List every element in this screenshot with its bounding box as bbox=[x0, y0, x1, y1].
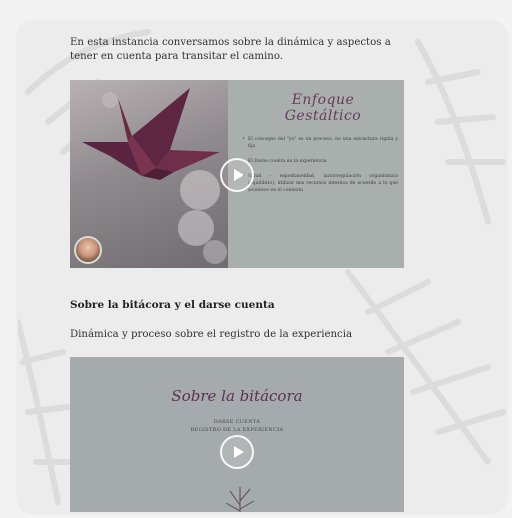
paper-crane-image bbox=[70, 80, 228, 268]
intro-text: En esta instancia conversamos sobre la d… bbox=[70, 37, 391, 62]
slide-panel: Enfoque Gestáltico El concepto del "yo" … bbox=[228, 80, 404, 268]
branch-icon bbox=[225, 487, 255, 512]
section-title: Sobre la bitácora y el darse cuenta bbox=[70, 299, 275, 311]
section-description: Dinámica y proceso sobre el registro de … bbox=[70, 329, 353, 340]
video-sobre-la-bitacora[interactable]: Sobre la bitácora DARSE CUENTA REGISTRO … bbox=[70, 357, 404, 512]
slide-subtitle: DARSE CUENTA bbox=[213, 419, 261, 425]
bullet-item: El Darse cuenta en la experiencia bbox=[242, 158, 398, 165]
avatar bbox=[74, 236, 102, 264]
content-card: En esta instancia conversamos sobre la d… bbox=[18, 22, 506, 512]
video-enfoque-gestaltico[interactable]: Enfoque Gestáltico El concepto del "yo" … bbox=[70, 80, 404, 268]
bullet-item: El concepto del "yo" es un proceso, no u… bbox=[242, 136, 398, 150]
play-icon bbox=[234, 169, 244, 181]
slide-title: Enfoque Gestáltico bbox=[284, 92, 362, 124]
play-button[interactable] bbox=[220, 158, 254, 192]
slide-bullets: El concepto del "yo" es un proceso, no u… bbox=[242, 136, 398, 202]
play-icon bbox=[234, 446, 244, 458]
play-button[interactable] bbox=[220, 435, 254, 469]
slide-subtitle: REGISTRO DE LA EXPERIENCIA bbox=[190, 427, 284, 433]
bullet-item: Salud - espontaneidad, autorregulación o… bbox=[242, 173, 398, 194]
slide-title: Sobre la bitácora bbox=[171, 387, 303, 405]
